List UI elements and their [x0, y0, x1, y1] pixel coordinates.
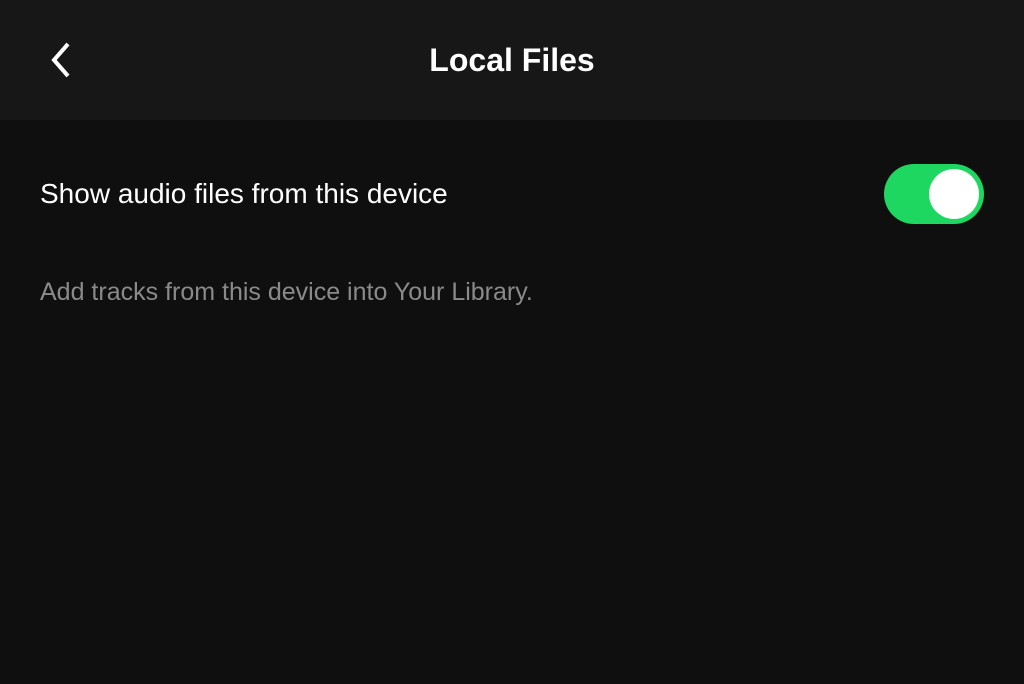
header: Local Files — [0, 0, 1024, 120]
chevron-left-icon — [48, 40, 72, 80]
show-audio-toggle[interactable] — [884, 164, 984, 224]
setting-description: Add tracks from this device into Your Li… — [40, 278, 984, 307]
setting-row-show-audio: Show audio files from this device — [40, 150, 984, 238]
show-audio-files-label: Show audio files from this device — [40, 178, 448, 210]
toggle-knob — [929, 169, 979, 219]
page-title: Local Files — [0, 42, 1024, 79]
content-area: Show audio files from this device Add tr… — [0, 120, 1024, 337]
back-button[interactable] — [40, 40, 80, 80]
